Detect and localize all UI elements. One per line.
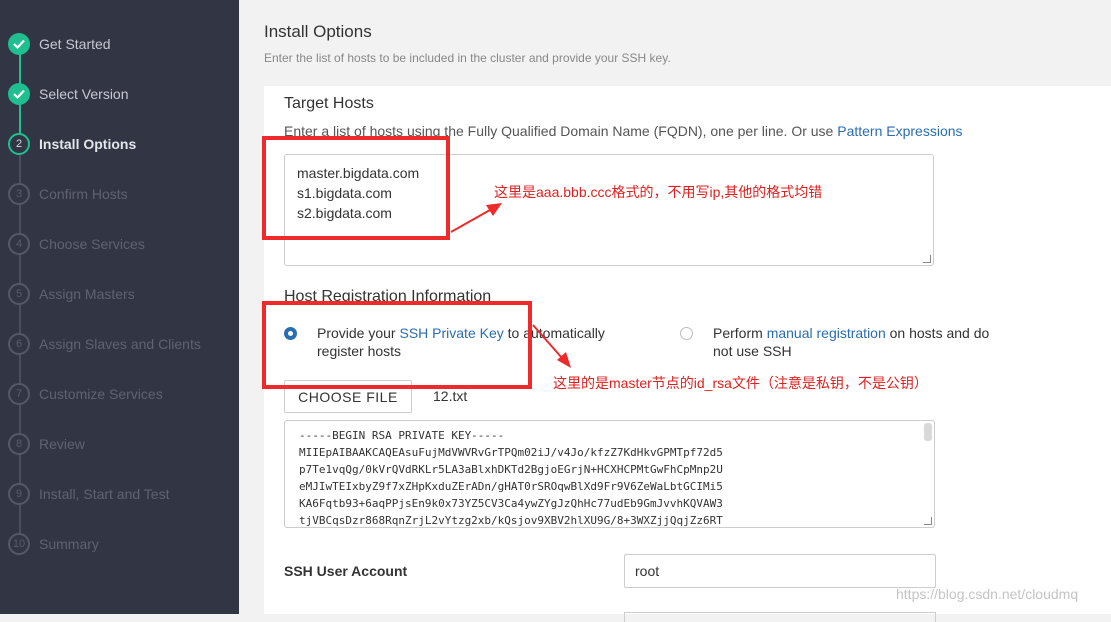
arrow-line (450, 209, 491, 233)
annotation-note-hosts: 这里是aaa.bbb.ccc格式的，不用写ip,其他的格式均错 (494, 184, 823, 200)
watermark: https://blog.csdn.net/cloudmq (896, 586, 1079, 602)
arrow-line (532, 324, 563, 359)
annotation-note-ssh-key: 这里的是master节点的id_rsa文件（注意是私钥，不是公钥） (553, 375, 928, 391)
annotation-arrows (450, 203, 571, 368)
arrowhead-icon (486, 203, 502, 216)
